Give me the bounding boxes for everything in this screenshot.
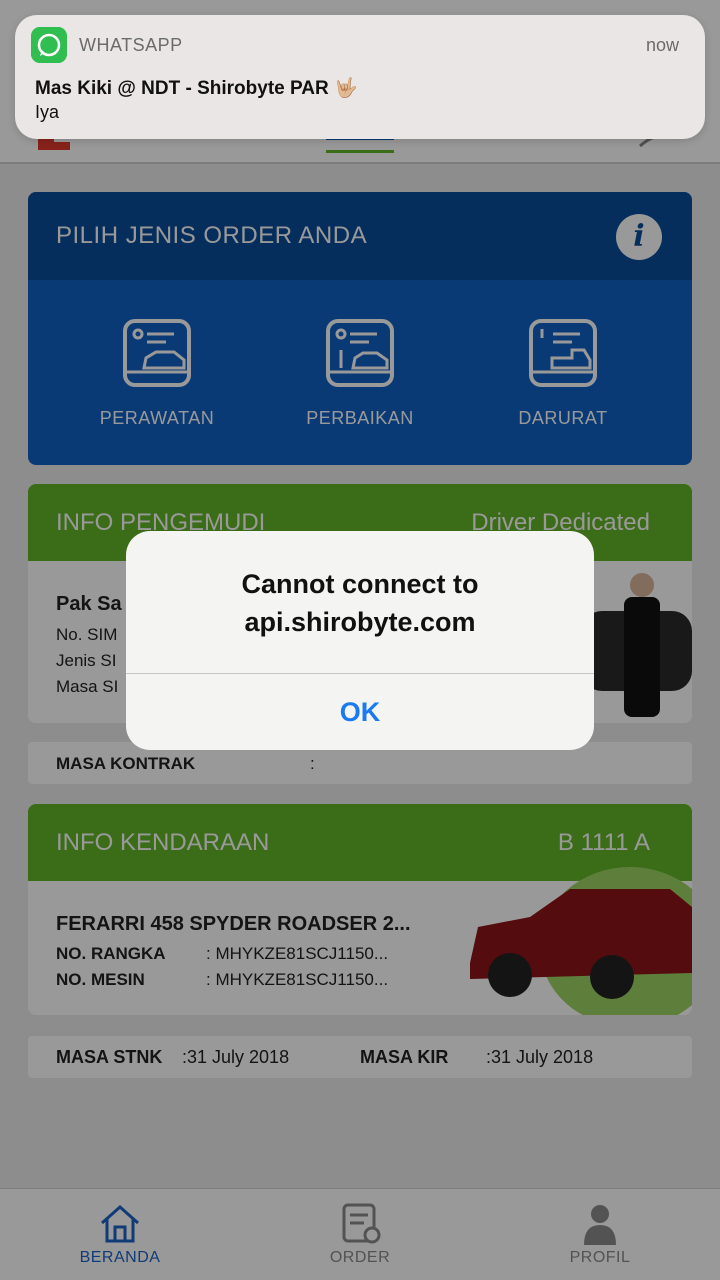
alert-message-line1: Cannot connect to (241, 569, 479, 599)
notification-app-name: WHATSAPP (79, 35, 183, 55)
alert-message-line2: api.shirobyte.com (244, 607, 476, 637)
whatsapp-icon (31, 27, 67, 63)
alert-ok-button[interactable]: OK (126, 674, 594, 750)
notification-banner[interactable]: WHATSAPP now Mas Kiki @ NDT - Shirobyte … (15, 15, 705, 139)
notification-title: Mas Kiki @ NDT - Shirobyte PAR 🤟🏼 (35, 78, 358, 99)
alert-message: Cannot connect to api.shirobyte.com (126, 565, 594, 641)
notification-body: Iya (35, 102, 60, 122)
error-alert-dialog: Cannot connect to api.shirobyte.com OK (126, 531, 594, 750)
notification-time: now (645, 35, 679, 55)
